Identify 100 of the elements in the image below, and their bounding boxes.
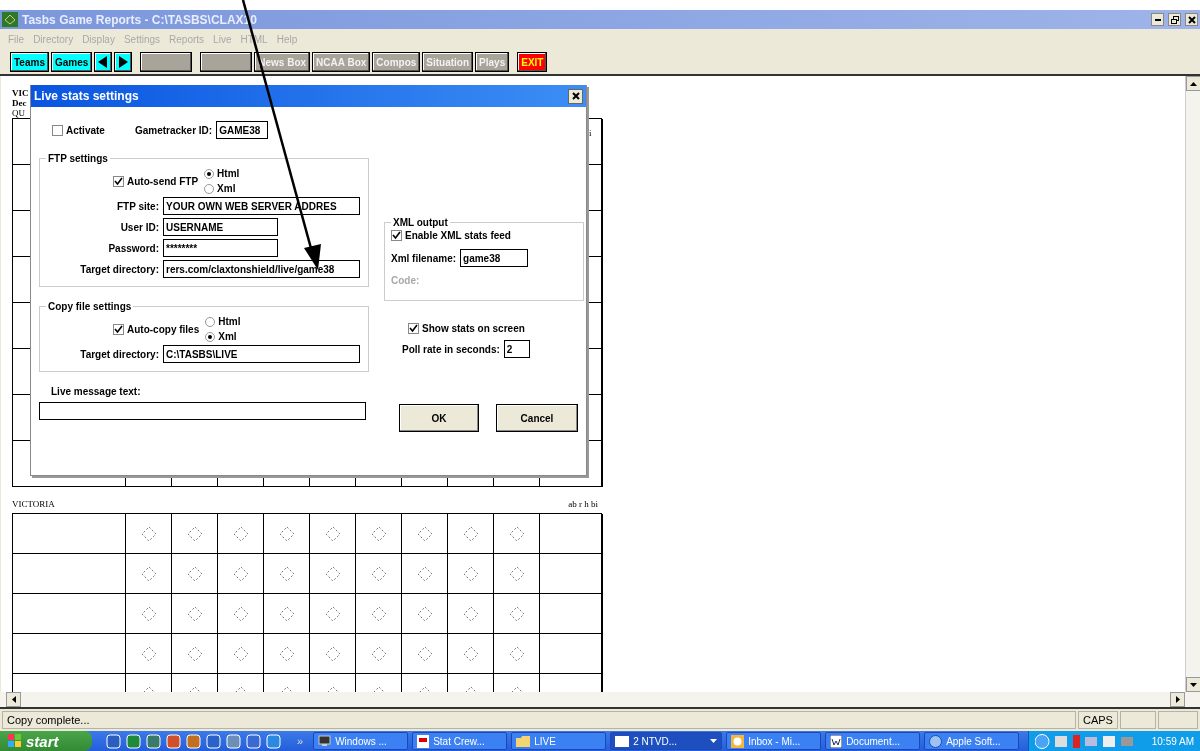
sheet-text: QU — [12, 108, 25, 118]
taskbar-button[interactable]: Inbox - Mi... — [726, 732, 822, 750]
diamond-icon — [232, 525, 249, 542]
checkbox-box[interactable] — [52, 124, 63, 136]
text-field[interactable]: USERNAME — [163, 218, 278, 236]
close-button[interactable] — [1185, 13, 1198, 26]
text-field[interactable]: rers.com/claxtonshield/live/game38 — [163, 260, 360, 278]
next-button[interactable] — [114, 52, 133, 72]
diamond-icon — [416, 645, 433, 662]
status-indicator: CAPS — [1078, 711, 1118, 729]
restore-button[interactable] — [1168, 13, 1181, 26]
previous-button[interactable] — [94, 52, 113, 72]
text-field[interactable]: game38 — [460, 249, 529, 267]
radio-option[interactable]: Xml — [204, 183, 240, 194]
toolbar-button[interactable]: Teams — [10, 52, 49, 72]
text-field[interactable]: 2 — [503, 340, 530, 358]
vertical-scrollbar[interactable] — [1185, 76, 1200, 692]
quick-launch-icon[interactable] — [166, 733, 181, 749]
checkbox[interactable]: Auto-send FTP — [113, 175, 199, 187]
checkbox[interactable]: Auto-copy files — [113, 323, 200, 335]
field-label: Target directory: — [80, 263, 159, 275]
text-field[interactable]: ******** — [163, 239, 278, 257]
checkbox-box[interactable] — [113, 323, 124, 335]
taskbar-button[interactable]: Apple Soft... — [924, 732, 1020, 750]
minimize-icon — [1154, 18, 1161, 21]
right-arrow-icon — [118, 56, 129, 68]
overflow-chevron[interactable]: » — [297, 735, 304, 747]
minimize-button[interactable] — [1151, 13, 1164, 26]
text-field[interactable]: GAME38 — [216, 121, 269, 139]
radio-option[interactable]: Xml — [205, 331, 241, 342]
quick-launch-icon[interactable] — [226, 733, 241, 749]
diamond-icon — [278, 525, 295, 542]
taskbar-button[interactable]: Document... — [825, 732, 921, 750]
diamond-icon — [462, 565, 479, 582]
checkbox[interactable]: Activate — [52, 124, 105, 136]
quick-launch-icon[interactable] — [266, 733, 281, 749]
field-label: Gametracker ID: — [134, 124, 213, 136]
quick-launch-icon[interactable] — [106, 733, 121, 749]
taskbar-button[interactable]: Stat Crew... — [412, 732, 508, 750]
scroll-up-button[interactable] — [1186, 76, 1200, 91]
diamond-icon — [186, 605, 203, 622]
radio-option[interactable]: Html — [204, 168, 240, 179]
diamond-icon — [232, 565, 249, 582]
sheet-text: Dec — [12, 98, 27, 108]
quick-launch-icon[interactable] — [146, 733, 161, 749]
stats-header: ab r h bi — [568, 499, 599, 511]
quick-launch-icon[interactable] — [246, 733, 261, 749]
diamond-icon — [508, 645, 525, 662]
scroll-left-button[interactable] — [6, 692, 21, 707]
checkmark-icon — [114, 176, 123, 186]
checkmark-icon — [114, 324, 123, 334]
scroll-right-button[interactable] — [1170, 692, 1185, 707]
group-title: XML output — [392, 217, 449, 228]
scroll-down-button[interactable] — [1186, 677, 1200, 692]
dialog-title: Live stats settings — [34, 89, 139, 103]
quick-launch-icon[interactable] — [186, 733, 201, 749]
restore-icon — [1170, 15, 1179, 24]
close-button[interactable] — [568, 88, 583, 104]
field-label: FTP site: — [116, 200, 159, 212]
monitor-icon — [318, 735, 332, 747]
diamond-icon — [324, 605, 341, 622]
field-label: User ID: — [120, 221, 159, 233]
start-button[interactable]: start — [0, 731, 92, 751]
taskbar-button[interactable]: Windows ... — [313, 732, 409, 750]
taskbar-button[interactable]: 2 NTVD... — [610, 732, 723, 750]
message-field[interactable] — [39, 402, 366, 420]
diamond-icon — [416, 525, 433, 542]
blank-button[interactable] — [140, 52, 193, 72]
diamond-icon — [462, 605, 479, 622]
radio-option[interactable]: Html — [205, 316, 241, 327]
dialog-button[interactable]: Cancel — [496, 404, 578, 432]
diamond-icon — [186, 565, 203, 582]
checkbox[interactable]: Show stats on screen — [408, 323, 584, 334]
app-icon — [417, 734, 430, 748]
toolbar-button[interactable]: Games — [50, 52, 93, 72]
diamond-icon — [278, 565, 295, 582]
status-pane — [1120, 711, 1156, 729]
checkbox-box[interactable] — [113, 175, 124, 187]
checkbox-box[interactable] — [391, 230, 402, 241]
taskbar-button[interactable]: LIVE — [511, 732, 607, 750]
status-pane — [1158, 711, 1198, 729]
field-label: Poll rate in seconds: — [402, 343, 500, 355]
text-field[interactable]: C:\TASBS\LIVE — [163, 345, 360, 363]
blank-button[interactable] — [200, 52, 253, 72]
folder-icon — [516, 735, 531, 747]
diamond-icon — [278, 605, 295, 622]
diamond-icon — [508, 525, 525, 542]
diamond-icon — [186, 525, 203, 542]
diamond-icon — [370, 645, 387, 662]
horizontal-scrollbar[interactable] — [0, 692, 1200, 709]
diamond-icon — [140, 645, 157, 662]
dialog-button[interactable]: OK — [399, 404, 479, 432]
toolbar-button[interactable]: EXIT — [517, 52, 548, 72]
checkbox-box[interactable] — [408, 323, 419, 334]
left-arrow-icon — [11, 696, 16, 703]
quick-launch-icon[interactable] — [126, 733, 141, 749]
dropdown-caret-icon — [710, 739, 718, 743]
checkbox[interactable]: Enable XML stats feed — [391, 230, 577, 241]
stats-header: i — [589, 128, 592, 140]
quick-launch-icon[interactable] — [206, 733, 221, 749]
